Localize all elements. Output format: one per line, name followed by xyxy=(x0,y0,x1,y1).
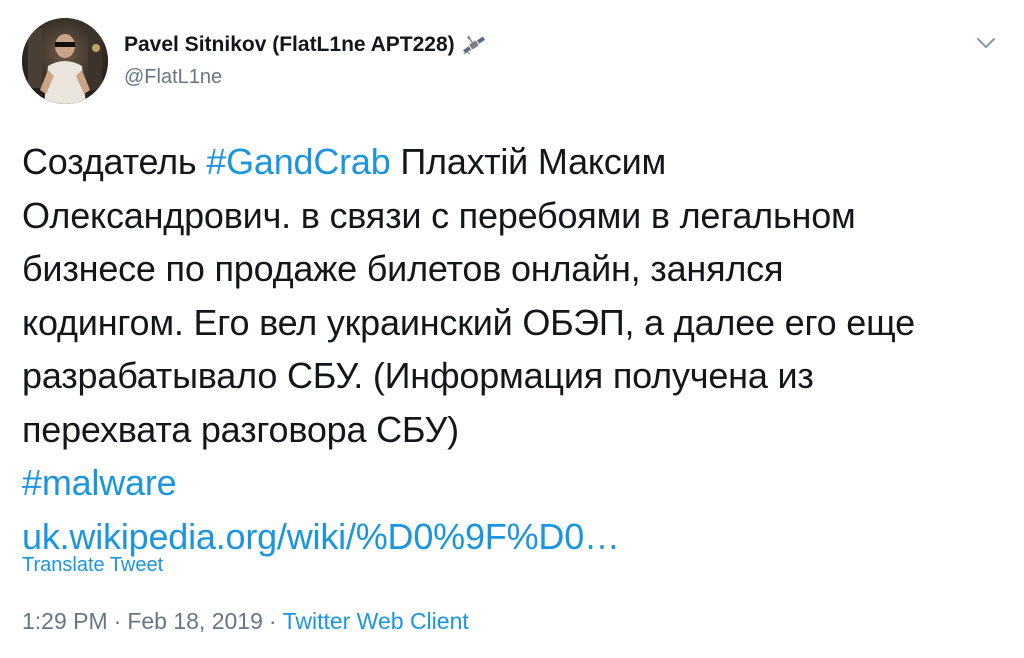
avatar-photo xyxy=(22,18,108,104)
avatar[interactable] xyxy=(22,18,108,104)
display-name[interactable]: Pavel Sitnikov (FlatL1ne APT228) xyxy=(124,33,455,57)
translate-tweet-button[interactable]: Translate Tweet xyxy=(22,554,163,577)
satellite-icon xyxy=(461,32,487,58)
tweet-text-segment: Плахтій Максим xyxy=(390,141,667,182)
tweet-text-segment: Создатель xyxy=(22,141,207,182)
tweet-card: Pavel Sitnikov (FlatL1ne APT228) @FlatL1… xyxy=(0,0,1024,658)
user-handle[interactable]: @FlatL1ne xyxy=(124,66,222,89)
tweet-menu-button[interactable] xyxy=(970,32,1002,54)
separator-dot: · xyxy=(113,608,122,634)
tweet-line-3: бизнесе по продаже билетов онлайн, занял… xyxy=(22,248,784,289)
tweet-line-6: перехвата разговора СБУ) xyxy=(22,408,459,450)
tweet-time[interactable]: 1:29 PM xyxy=(22,608,108,634)
tweet-line-4: кодингом. Его вел украинский ОБЭП, а дал… xyxy=(22,301,915,343)
separator-dot: · xyxy=(268,608,277,634)
tweet-meta: 1:29 PM · Feb 18, 2019 · Twitter Web Client xyxy=(22,608,469,635)
wikipedia-link[interactable]: uk.wikipedia.org/wiki/%D0%9F%D0… xyxy=(22,510,1012,564)
tweet-line-1: Создатель #GandCrab Плахтій Максим xyxy=(22,135,1012,189)
tweet-source-link[interactable]: Twitter Web Client xyxy=(283,608,469,634)
hashtag-malware-link[interactable]: #malware xyxy=(22,456,1012,510)
name-row: Pavel Sitnikov (FlatL1ne APT228) xyxy=(124,32,487,58)
tweet-line-5: разрабатывало СБУ. (Информация получена … xyxy=(22,355,814,396)
tweet-text: Создатель #GandCrab Плахтій Максим Олекс… xyxy=(22,135,1012,563)
hashtag-gandcrab-link[interactable]: #GandCrab xyxy=(206,141,391,182)
tweet-line-2: Олександрович. в связи с перебоями в лег… xyxy=(22,194,856,236)
tweet-date[interactable]: Feb 18, 2019 xyxy=(127,608,263,634)
chevron-down-icon xyxy=(977,38,995,48)
